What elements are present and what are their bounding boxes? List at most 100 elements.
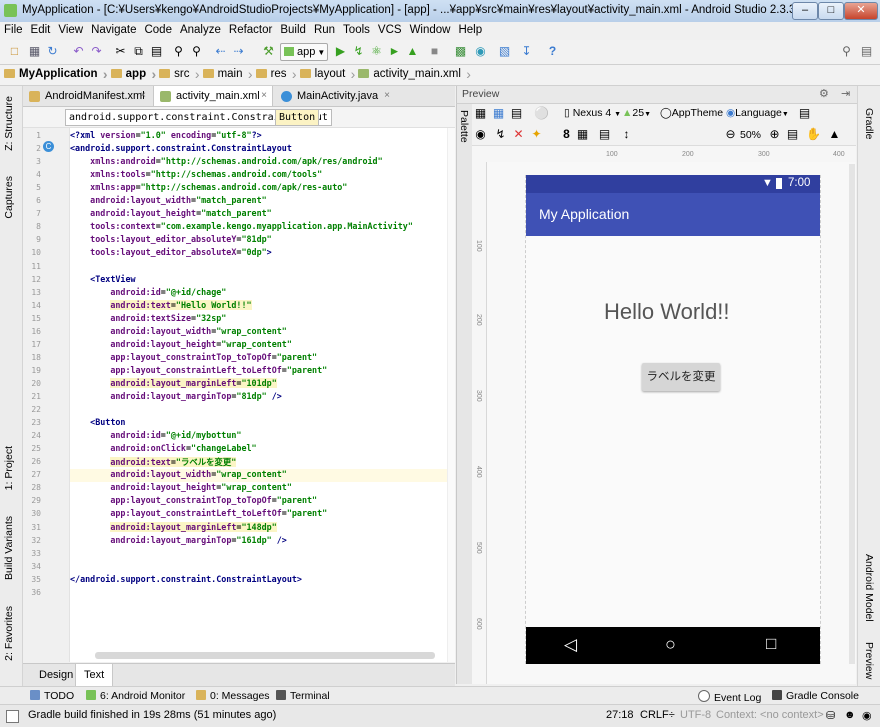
night-mode-icon[interactable]: ⚪: [534, 107, 549, 120]
run-icon[interactable]: ▶: [334, 45, 347, 58]
code-line[interactable]: android:id="@+id/chage": [70, 287, 226, 297]
canvas-scrollbar[interactable]: [849, 164, 855, 664]
code-line[interactable]: app:layout_constraintLeft_toLeftOf="pare…: [70, 508, 327, 518]
file-encoding[interactable]: UTF-8: [680, 709, 711, 721]
guidelines-icon[interactable]: ↕: [620, 128, 633, 141]
change-label-button[interactable]: ラベルを変更: [642, 363, 720, 391]
forward-icon[interactable]: ⇢: [232, 45, 245, 58]
code-line[interactable]: android:text="Hello World!!": [70, 299, 252, 310]
clear-constraints-icon[interactable]: ✕: [512, 128, 525, 141]
settings-gear-icon[interactable]: ⚙: [819, 87, 829, 100]
code-line[interactable]: <Button: [70, 417, 125, 427]
avd-manager-icon[interactable]: ▩: [454, 45, 467, 58]
code-line[interactable]: tools:layout_editor_absoluteX="0dp">: [70, 247, 272, 257]
zoom-out-icon[interactable]: ⊖: [724, 128, 737, 141]
breadcrumb-project[interactable]: MyApplication: [0, 65, 107, 82]
code-line[interactable]: android:layout_width="wrap_content": [70, 469, 286, 479]
code-line[interactable]: </android.support.constraint.ConstraintL…: [70, 574, 302, 584]
profile-icon[interactable]: ►: [388, 45, 401, 58]
project-structure-icon[interactable]: ▧: [498, 45, 511, 58]
attach-debugger-icon[interactable]: ▲: [406, 45, 419, 58]
tool-tab-structure[interactable]: Z: Structure: [3, 96, 15, 151]
breadcrumb-layout[interactable]: layout: [296, 65, 355, 82]
layout-variants-icon[interactable]: ▤: [798, 107, 811, 120]
lock-icon[interactable]: ⛁: [826, 709, 835, 722]
menu-help[interactable]: Help: [454, 22, 486, 36]
zoom-in-icon[interactable]: ⊕: [768, 128, 781, 141]
close-tab-icon[interactable]: ×: [140, 86, 146, 106]
code-line[interactable]: xmlns:tools="http://schemas.android.com/…: [70, 169, 322, 179]
code-line[interactable]: tools:layout_editor_absoluteY="81dp": [70, 234, 272, 244]
replace-icon[interactable]: ⚲: [190, 45, 203, 58]
nav-recent-icon[interactable]: □: [766, 634, 776, 654]
breadcrumb-app[interactable]: app: [107, 65, 157, 82]
help-icon[interactable]: ?: [546, 45, 559, 58]
tool-gradle-console[interactable]: Gradle Console: [772, 690, 859, 702]
warnings-icon[interactable]: ▲: [828, 128, 841, 141]
code-line[interactable]: android:layout_height="wrap_content": [70, 482, 292, 492]
tool-messages[interactable]: 0: Messages: [196, 690, 270, 702]
code-line[interactable]: android:layout_marginTop="161dp" />: [70, 535, 287, 545]
event-indicator-icon[interactable]: ◉: [862, 709, 872, 722]
orientation-icon[interactable]: ▤: [510, 107, 523, 120]
nav-home-icon[interactable]: ○: [665, 634, 676, 655]
code-line[interactable]: android:layout_marginLeft="148dp": [70, 521, 277, 532]
maximize-button[interactable]: □: [818, 2, 844, 20]
search-everywhere-icon[interactable]: ⚲: [840, 45, 853, 58]
tool-todo[interactable]: TODO: [30, 690, 74, 702]
line-separator[interactable]: CRLF÷: [640, 709, 675, 721]
toggle-tool-windows-icon[interactable]: [6, 710, 19, 723]
zoom-fit-icon[interactable]: ▤: [786, 128, 799, 141]
tool-terminal[interactable]: Terminal: [276, 690, 330, 702]
tool-tab-project[interactable]: 1: Project: [3, 446, 15, 490]
pack-icon[interactable]: ▦: [576, 128, 589, 141]
breadcrumb-file[interactable]: activity_main.xml: [354, 65, 470, 82]
run-config-dropdown[interactable]: app ▼: [280, 43, 328, 61]
caret-position[interactable]: 27:18: [606, 709, 634, 721]
menu-edit[interactable]: Edit: [27, 22, 55, 36]
code-line[interactable]: <?xml version="1.0" encoding="utf-8"?>: [70, 130, 262, 140]
code-line[interactable]: android:layout_height="match_parent": [70, 208, 272, 218]
device-selector[interactable]: ▯ Nexus 4 ▼: [564, 107, 621, 119]
xml-crumb-button[interactable]: Button: [275, 109, 320, 126]
tab-text[interactable]: Text: [75, 664, 114, 686]
breadcrumb-main[interactable]: main: [199, 65, 252, 82]
code-line[interactable]: android:layout_width="wrap_content": [70, 326, 286, 336]
make-project-icon[interactable]: ⚒: [262, 45, 275, 58]
tool-android-monitor[interactable]: 6: Android Monitor: [86, 690, 185, 702]
pan-hand-icon[interactable]: ✋: [806, 128, 821, 141]
close-tab-icon[interactable]: ×: [261, 86, 267, 106]
debug-icon[interactable]: ⚛: [370, 45, 383, 58]
menu-navigate[interactable]: Navigate: [87, 22, 140, 36]
autoconnect-icon[interactable]: ↯: [494, 128, 507, 141]
back-icon[interactable]: ⇠: [214, 45, 227, 58]
menu-analyze[interactable]: Analyze: [176, 22, 225, 36]
code-line[interactable]: xmlns:app="http://schemas.android.com/ap…: [70, 182, 347, 192]
code-line[interactable]: android:layout_height="wrap_content": [70, 339, 292, 349]
show-constraints-icon[interactable]: ◉: [474, 128, 487, 141]
tool-event-log[interactable]: Event Log: [698, 690, 761, 704]
menu-build[interactable]: Build: [276, 22, 310, 36]
menu-code[interactable]: Code: [140, 22, 176, 36]
save-icon[interactable]: ▦: [28, 45, 41, 58]
code-editor[interactable]: 1 2 3 4 5 6 7 8 9 10 11 12 13 14 15 16 17 18 19 20 21 22 23 24 2…: [23, 128, 455, 662]
close-button[interactable]: ✕: [844, 2, 878, 20]
code-line[interactable]: app:layout_constraintLeft_toLeftOf="pare…: [70, 365, 327, 375]
code-line[interactable]: <TextView: [70, 274, 135, 284]
language-selector[interactable]: ◉Language▼: [726, 107, 789, 119]
tool-tab-build-variants[interactable]: Build Variants: [3, 516, 15, 580]
blueprint-mode-icon[interactable]: ▦: [492, 107, 505, 120]
tool-tab-preview[interactable]: Preview: [863, 642, 875, 679]
cut-icon[interactable]: ✂: [114, 45, 127, 58]
menu-file[interactable]: File: [0, 22, 27, 36]
menu-tools[interactable]: Tools: [339, 22, 374, 36]
theme-selector[interactable]: ◯AppTheme: [660, 107, 723, 119]
tab-design[interactable]: Design: [31, 664, 81, 686]
paste-icon[interactable]: ▤: [150, 45, 163, 58]
copy-icon[interactable]: ⧉: [132, 45, 145, 58]
horizontal-scrollbar[interactable]: [95, 652, 435, 659]
stop-icon[interactable]: ■: [428, 45, 441, 58]
layout-icon[interactable]: ▤: [860, 45, 873, 58]
menu-refactor[interactable]: Refactor: [225, 22, 276, 36]
menu-vcs[interactable]: VCS: [374, 22, 406, 36]
